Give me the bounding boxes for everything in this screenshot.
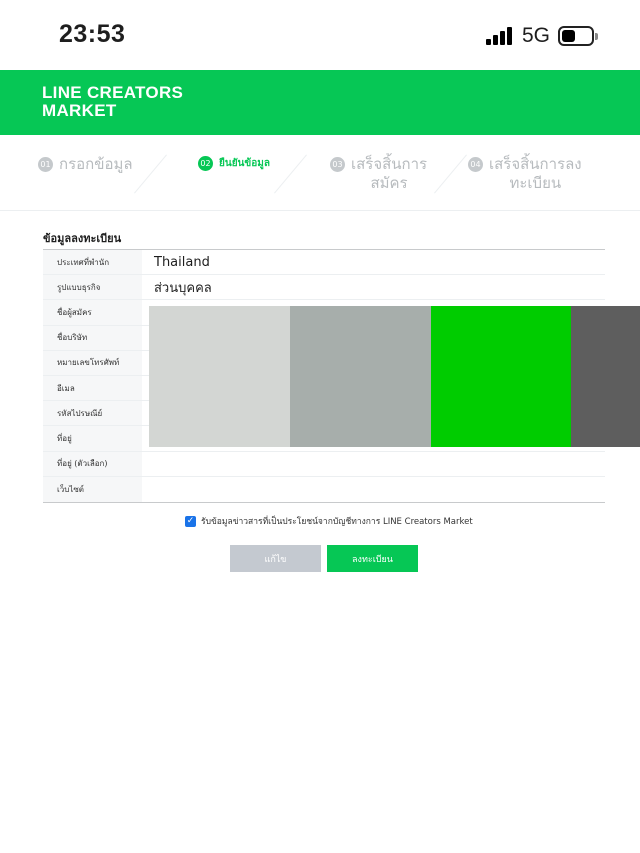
row-label: รูปแบบธุรกิจ bbox=[43, 275, 142, 300]
row-label: ที่อยู่ bbox=[43, 426, 142, 451]
step-2: 02 ยืนยันข้อมูล bbox=[198, 154, 270, 173]
row-label: ประเทศที่พำนัก bbox=[43, 250, 142, 275]
edit-button[interactable]: แก้ไข bbox=[230, 545, 321, 572]
checkmark-icon: ✓ bbox=[186, 516, 195, 526]
step-3: 03 เสร็จสิ้นการ สมัคร bbox=[330, 155, 427, 193]
consent-label: รับข้อมูลข่าวสารที่เป็นประโยชน์จากบัญชีท… bbox=[201, 517, 473, 527]
step-divider bbox=[434, 154, 467, 194]
step-divider bbox=[274, 154, 307, 194]
step-number: 01 bbox=[38, 157, 53, 172]
line-creators-market-logo[interactable]: LINE CREATORS MARKET bbox=[42, 84, 183, 120]
step-label-line1: เสร็จสิ้นการลง bbox=[489, 155, 582, 173]
table-row: รูปแบบธุรกิจ ส่วนบุคคล bbox=[43, 275, 605, 301]
table-row: ประเทศที่พำนัก Thailand bbox=[43, 250, 605, 276]
signal-icon bbox=[486, 27, 514, 45]
battery-icon bbox=[558, 26, 598, 46]
step-number: 02 bbox=[198, 156, 213, 171]
status-bar: 23:53 5G bbox=[0, 0, 640, 70]
step-label-line2: ทะเบียน bbox=[509, 174, 562, 192]
row-label: ชื่อผู้สมัคร bbox=[43, 300, 142, 325]
register-button[interactable]: ลงทะเบียน bbox=[327, 545, 418, 572]
step-label-line2: สมัคร bbox=[370, 174, 408, 192]
table-row: เว็บไซต์ bbox=[43, 476, 605, 502]
redaction-block bbox=[571, 306, 640, 447]
step-1: 01 กรอกข้อมูล bbox=[38, 155, 133, 174]
table-row: ที่อยู่ (ตัวเลือก) bbox=[43, 451, 605, 477]
logo-line2: MARKET bbox=[42, 101, 117, 120]
newsletter-consent: ✓ รับข้อมูลข่าวสารที่เป็นประโยชน์จากบัญช… bbox=[185, 514, 473, 528]
consent-checkbox[interactable]: ✓ bbox=[185, 515, 196, 527]
row-value: ส่วนบุคคล bbox=[154, 280, 212, 296]
registration-steps: 01 กรอกข้อมูล 02 ยืนยันข้อมูล 03 เสร็จสิ… bbox=[0, 135, 640, 211]
step-label: กรอกข้อมูล bbox=[59, 155, 133, 173]
row-label: เว็บไซต์ bbox=[43, 476, 142, 502]
step-divider bbox=[134, 154, 167, 194]
row-label: ที่อยู่ (ตัวเลือก) bbox=[43, 451, 142, 476]
step-number: 03 bbox=[330, 157, 345, 172]
step-label: ยืนยันข้อมูล bbox=[219, 158, 270, 169]
step-number: 04 bbox=[468, 157, 483, 172]
step-label-line1: เสร็จสิ้นการ bbox=[351, 155, 428, 173]
row-label: รหัสไปรษณีย์ bbox=[43, 401, 142, 426]
row-label: ชื่อบริษัท bbox=[43, 325, 142, 350]
section-title: ข้อมูลลงทะเบียน bbox=[43, 232, 122, 245]
network-type: 5G bbox=[522, 24, 551, 47]
row-value: Thailand bbox=[154, 254, 210, 270]
row-label: อีเมล bbox=[43, 375, 142, 401]
row-value bbox=[142, 477, 605, 502]
redaction-block bbox=[149, 306, 290, 447]
row-value bbox=[142, 452, 605, 476]
logo-line1: LINE CREATORS bbox=[42, 83, 184, 102]
redaction-block bbox=[431, 306, 571, 447]
site-header: LINE CREATORS MARKET bbox=[0, 70, 640, 135]
status-time: 23:53 bbox=[59, 20, 126, 48]
step-label: เสร็จสิ้นการ สมัคร bbox=[351, 155, 427, 193]
row-label: หมายเลขโทรศัพท์ bbox=[43, 350, 142, 375]
step-label: เสร็จสิ้นการลง ทะเบียน bbox=[489, 155, 582, 193]
redaction-block bbox=[290, 306, 431, 447]
step-4: 04 เสร็จสิ้นการลง ทะเบียน bbox=[468, 155, 582, 193]
